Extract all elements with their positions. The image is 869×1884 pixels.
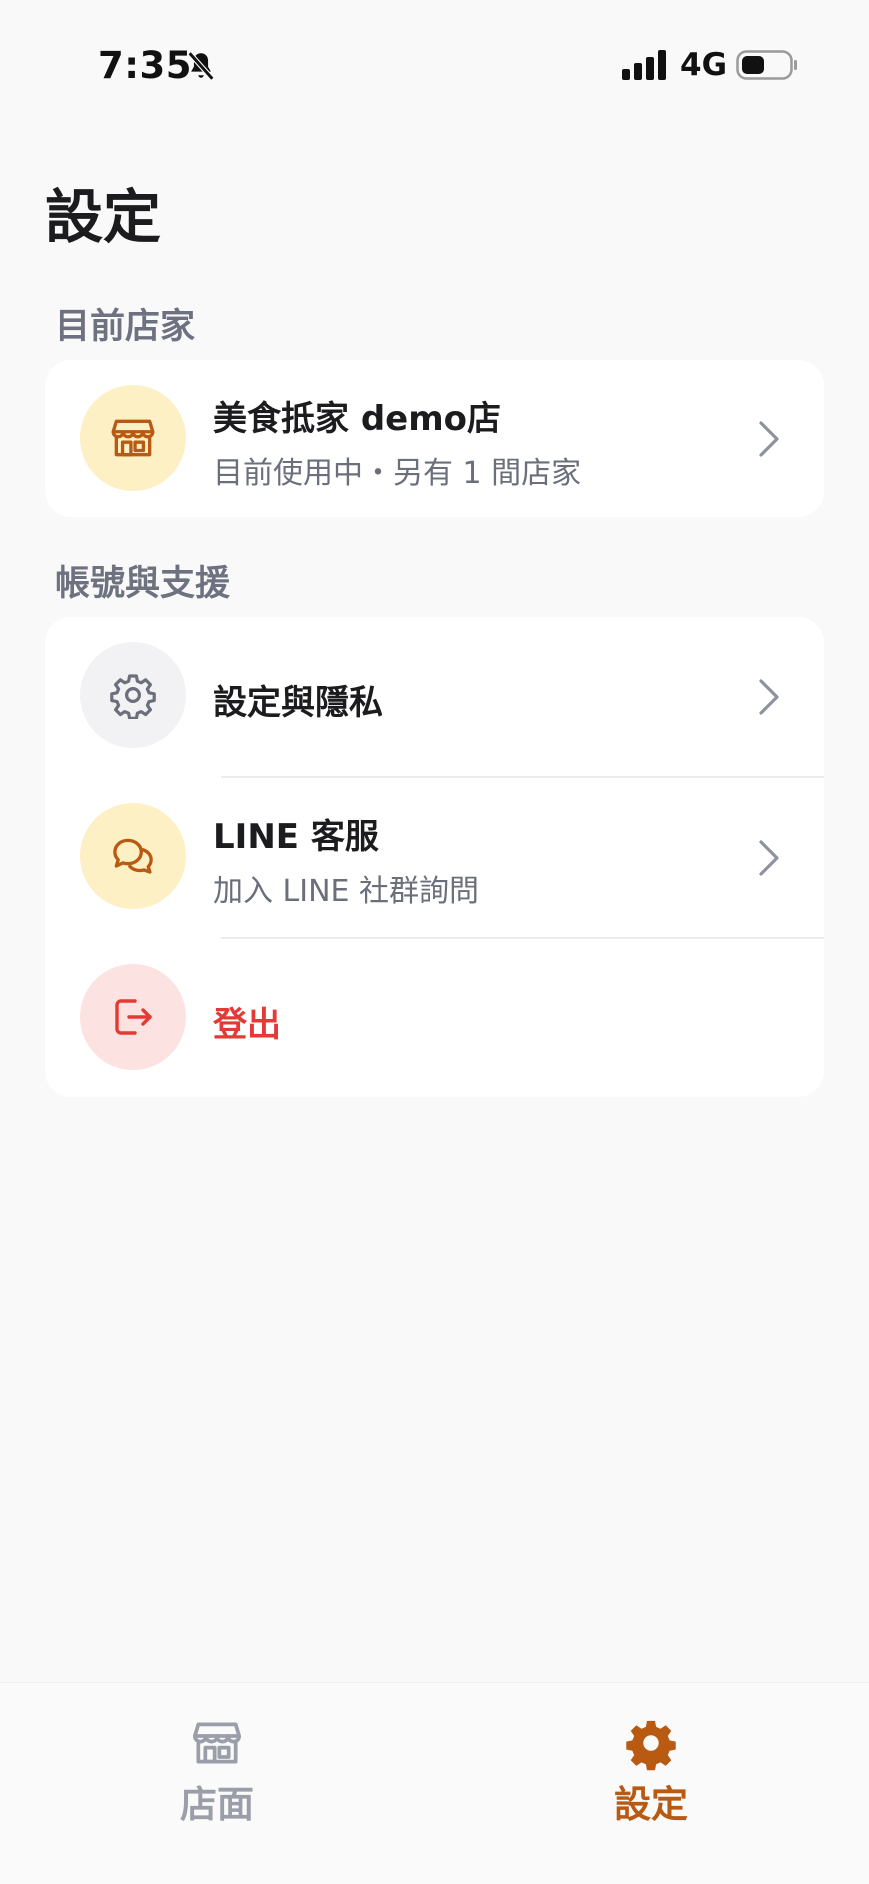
network-label: 4G xyxy=(680,47,728,83)
chat-icon-circle xyxy=(80,803,186,909)
logout-title: 登出 xyxy=(213,1005,281,1045)
logout-icon xyxy=(115,999,152,1035)
status-time: 7:35 xyxy=(98,44,193,87)
gear-icon xyxy=(626,1720,676,1771)
store-subtitle: 目前使用中・另有 1 間店家 xyxy=(213,456,582,491)
account-section-label: 帳號與支援 xyxy=(55,564,231,604)
tab-storefront-label: 店面 xyxy=(180,1783,254,1826)
chevron-right-icon xyxy=(759,421,779,457)
bell-off-icon xyxy=(187,51,215,81)
line-support-title: LINE 客服 xyxy=(213,817,379,857)
gear-icon xyxy=(110,674,156,719)
store-icon xyxy=(111,419,155,457)
tab-storefront[interactable]: 店面 xyxy=(0,1683,434,1884)
store-name: 美食抵家 demo店 xyxy=(213,399,502,439)
signal-icon xyxy=(622,50,666,80)
settings-privacy-row[interactable]: 設定與隱私 xyxy=(45,617,824,778)
chevron-right-icon xyxy=(759,840,779,876)
battery-icon xyxy=(736,50,797,80)
tab-settings[interactable]: 設定 xyxy=(434,1683,868,1884)
chevron-right-icon xyxy=(759,679,779,715)
gear-icon-circle xyxy=(80,642,186,748)
store-icon xyxy=(192,1722,242,1764)
tab-settings-label: 設定 xyxy=(614,1783,688,1826)
status-bar: 7:35 4G xyxy=(0,0,869,130)
store-icon-circle xyxy=(80,385,186,491)
account-card: 設定與隱私 LINE 客服 加入 LINE 社群詢問 登出 xyxy=(45,617,824,1097)
current-store-section-label: 目前店家 xyxy=(55,307,196,347)
logout-row[interactable]: 登出 xyxy=(45,939,824,1097)
page-title: 設定 xyxy=(45,183,162,251)
chat-bubbles-icon xyxy=(113,838,153,874)
current-store-row[interactable]: 美食抵家 demo店 目前使用中・另有 1 間店家 xyxy=(45,360,824,517)
logout-icon-circle xyxy=(80,964,186,1070)
settings-privacy-title: 設定與隱私 xyxy=(213,683,383,723)
line-support-subtitle: 加入 LINE 社群詢問 xyxy=(213,874,480,909)
line-support-row[interactable]: LINE 客服 加入 LINE 社群詢問 xyxy=(45,778,824,939)
tab-bar: 店面 設定 xyxy=(0,1682,869,1884)
current-store-card: 美食抵家 demo店 目前使用中・另有 1 間店家 xyxy=(45,360,824,517)
